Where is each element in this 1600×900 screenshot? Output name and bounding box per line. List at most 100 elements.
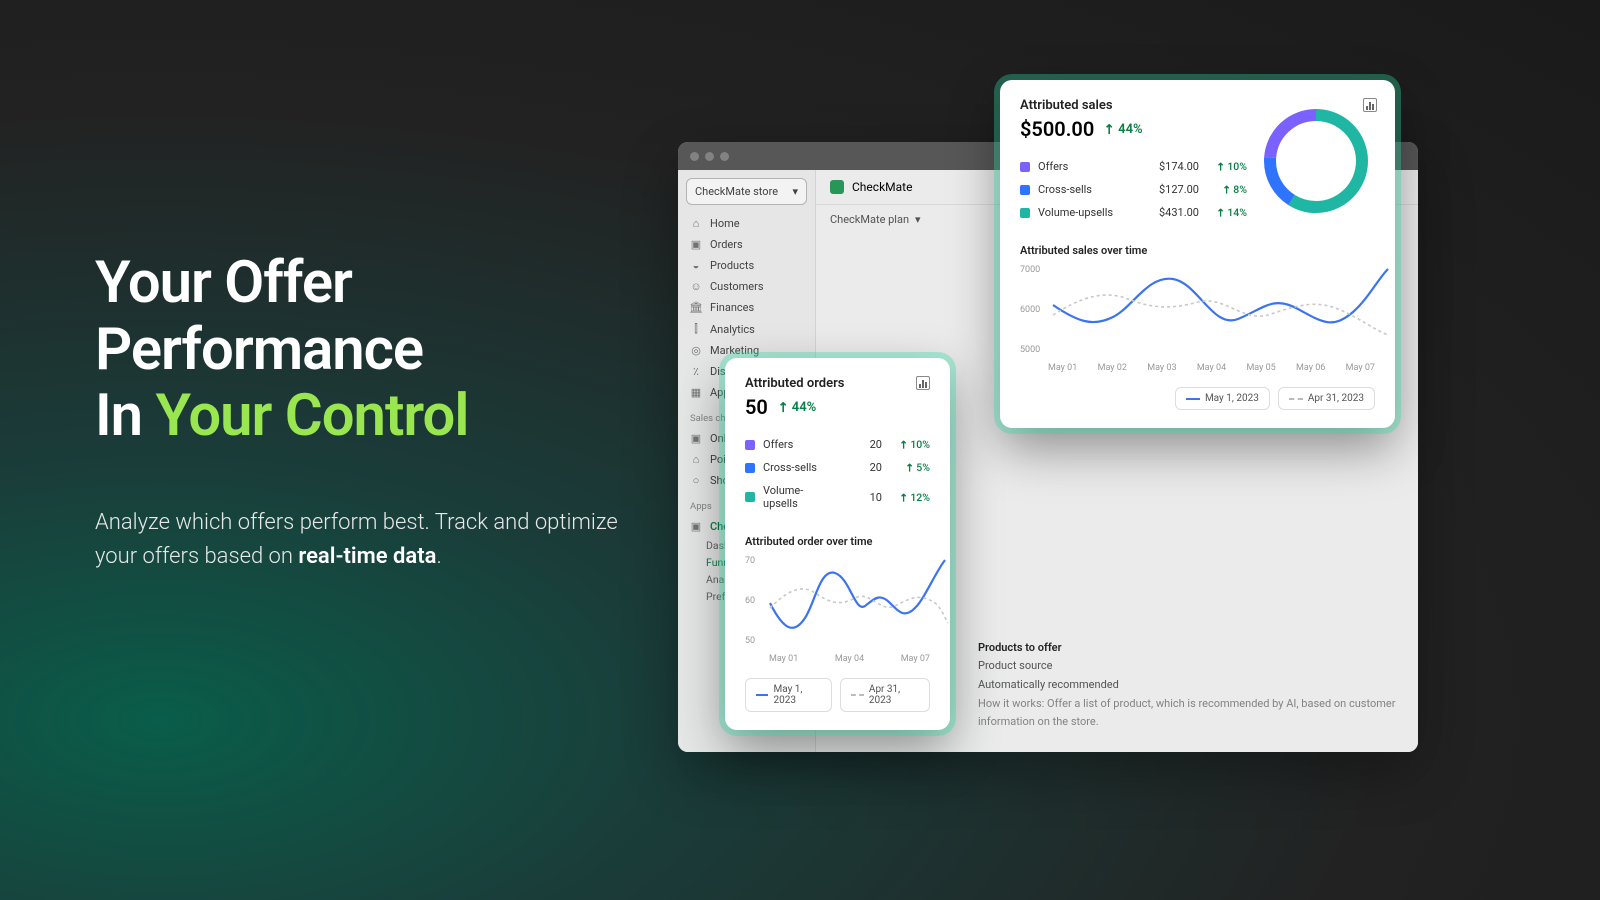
sales-ytick: 5000	[1020, 345, 1040, 355]
orders-subchart-title: Attributed order over time	[745, 535, 930, 548]
sales-ytick: 7000	[1020, 265, 1040, 275]
orders-delta: ↗44%	[778, 400, 816, 415]
hero-subtitle: Analyze which offers perform best. Track…	[95, 506, 655, 574]
arrow-up-icon: ↗	[1101, 120, 1119, 138]
sidebar-item-finances[interactable]: 🏛Finances	[686, 297, 807, 318]
sales-pill-current[interactable]: May 1, 2023	[1175, 387, 1270, 410]
legend-swatch	[745, 440, 755, 450]
pill-label: May 1, 2023	[1205, 393, 1259, 404]
hero: Your Offer Performance In Your Control A…	[95, 250, 655, 574]
sales-xtick: May 06	[1296, 363, 1325, 373]
legend-row: Cross-sells$127.00↗ 8%	[1020, 178, 1247, 201]
orders-ytick: 70	[745, 556, 755, 566]
bar-chart-icon[interactable]	[1363, 98, 1377, 112]
sales-legend: Offers$174.00↗ 10%Cross-sells$127.00↗ 8%…	[1020, 155, 1247, 224]
app-badge-icon	[830, 180, 844, 194]
legend-name: Offers	[763, 438, 824, 451]
store-selector-label: CheckMate store	[695, 185, 778, 198]
store-selector[interactable]: CheckMate store ▾	[686, 178, 807, 205]
nav-label: Analytics	[710, 323, 755, 336]
legend-swatch	[1020, 208, 1030, 218]
sales-xtick: May 03	[1147, 363, 1176, 373]
nav-icon: ⌂	[690, 217, 702, 230]
orders-date-pills: May 1, 2023 Apr 31, 2023	[745, 678, 930, 712]
legend-row: Volume-upsells$431.00↗ 14%	[1020, 201, 1247, 224]
legend-delta: ↗ 12%	[882, 491, 930, 504]
legend-delta: ↗ 10%	[1199, 160, 1247, 173]
nav-icon: ◎	[690, 344, 702, 357]
legend-delta: ↗ 5%	[882, 461, 930, 474]
orders-xtick: May 01	[769, 654, 798, 664]
window-dot-green[interactable]	[720, 152, 729, 161]
peek-line1: Product source	[978, 657, 1398, 676]
sales-xtick: May 02	[1098, 363, 1127, 373]
pill-label: Apr 31, 2023	[869, 684, 919, 706]
legend-value: 20	[824, 438, 882, 451]
orders-ytick: 60	[745, 596, 755, 606]
sidebar-item-orders[interactable]: ▣Orders	[686, 234, 807, 255]
legend-row: Cross-sells20↗ 5%	[745, 456, 930, 479]
nav-label: Orders	[710, 238, 743, 251]
legend-delta: ↗ 14%	[1199, 206, 1247, 219]
nav-icon: 🏛	[690, 301, 702, 314]
orders-pill-compare[interactable]: Apr 31, 2023	[840, 678, 930, 712]
sales-pill-compare[interactable]: Apr 31, 2023	[1278, 387, 1375, 410]
legend-swatch	[1020, 185, 1030, 195]
legend-row: Volume-upsells10↗ 12%	[745, 479, 930, 515]
peek-line2: Automatically recommended	[978, 676, 1398, 695]
sidebar-item-analytics[interactable]: ⫿ Analytics	[686, 318, 807, 340]
app-title: CheckMate	[852, 180, 912, 194]
orders-delta-val: 44%	[792, 400, 816, 415]
chevron-down-icon: ▾	[792, 185, 798, 198]
sales-xtick: May 04	[1197, 363, 1226, 373]
sales-line-chart: 7000 6000 5000 May 01 May 02 May 03 May …	[1020, 267, 1375, 373]
legend-value: $127.00	[1129, 183, 1199, 196]
legend-value: $431.00	[1129, 206, 1199, 219]
nav-label: Products	[710, 259, 754, 272]
sidebar-item-home[interactable]: ⌂Home	[686, 213, 807, 234]
bar-chart-icon[interactable]	[916, 376, 930, 390]
sales-ytick: 6000	[1020, 305, 1040, 315]
legend-swatch	[745, 492, 755, 502]
legend-value: 20	[824, 461, 882, 474]
sales-delta-val: 44%	[1118, 122, 1142, 137]
orders-card-title: Attributed orders	[745, 376, 844, 391]
sales-xtick: May 07	[1346, 363, 1375, 373]
sales-subchart-title: Attributed sales over time	[1020, 244, 1375, 257]
nav-icon: ▦	[690, 386, 702, 399]
sales-xtick: May 05	[1246, 363, 1275, 373]
attributed-sales-card: Attributed sales $500.00 ↗44% Offers$174…	[1000, 80, 1395, 428]
window-dot-yellow[interactable]	[705, 152, 714, 161]
hero-heading: Your Offer Performance In Your Control	[95, 250, 655, 450]
legend-swatch	[1020, 162, 1030, 172]
sales-xtick: May 01	[1048, 363, 1077, 373]
legend-swatch	[745, 463, 755, 473]
peek-line3: How it works: Offer a list of product, w…	[978, 695, 1398, 732]
nav-icon: ◒	[690, 259, 702, 272]
sales-card-title: Attributed sales	[1020, 98, 1247, 113]
orders-ytick: 50	[745, 636, 755, 646]
orders-line-chart: 70 60 50 May 01 May 04 May 07	[745, 558, 930, 664]
legend-name: Volume-upsells	[1038, 206, 1129, 219]
legend-name: Volume-upsells	[763, 484, 824, 510]
sidebar-item-customers[interactable]: ☺Customers	[686, 276, 807, 297]
pill-label: Apr 31, 2023	[1308, 393, 1364, 404]
nav-label: Marketing	[710, 344, 759, 357]
arrow-up-icon: ↗	[774, 398, 792, 416]
nav-icon: ▣	[690, 432, 702, 445]
orders-pill-current[interactable]: May 1, 2023	[745, 678, 832, 712]
nav-icon: ⫿	[690, 322, 702, 336]
sales-donut-chart	[1257, 102, 1375, 220]
orders-xtick: May 04	[835, 654, 864, 664]
legend-name: Offers	[1038, 160, 1129, 173]
nav-icon: ٪	[690, 365, 702, 378]
window-dot-red[interactable]	[690, 152, 699, 161]
hero-line3-pre: In	[95, 382, 156, 450]
hero-line2: Performance	[95, 316, 423, 384]
nav-icon: ○	[690, 474, 702, 487]
legend-name: Cross-sells	[1038, 183, 1129, 196]
sidebar-item-products[interactable]: ◒ Products	[686, 255, 807, 276]
legend-delta: ↗ 10%	[882, 438, 930, 451]
nav-icon: ⌂	[690, 453, 702, 466]
plan-tab-label: CheckMate plan	[830, 213, 909, 226]
